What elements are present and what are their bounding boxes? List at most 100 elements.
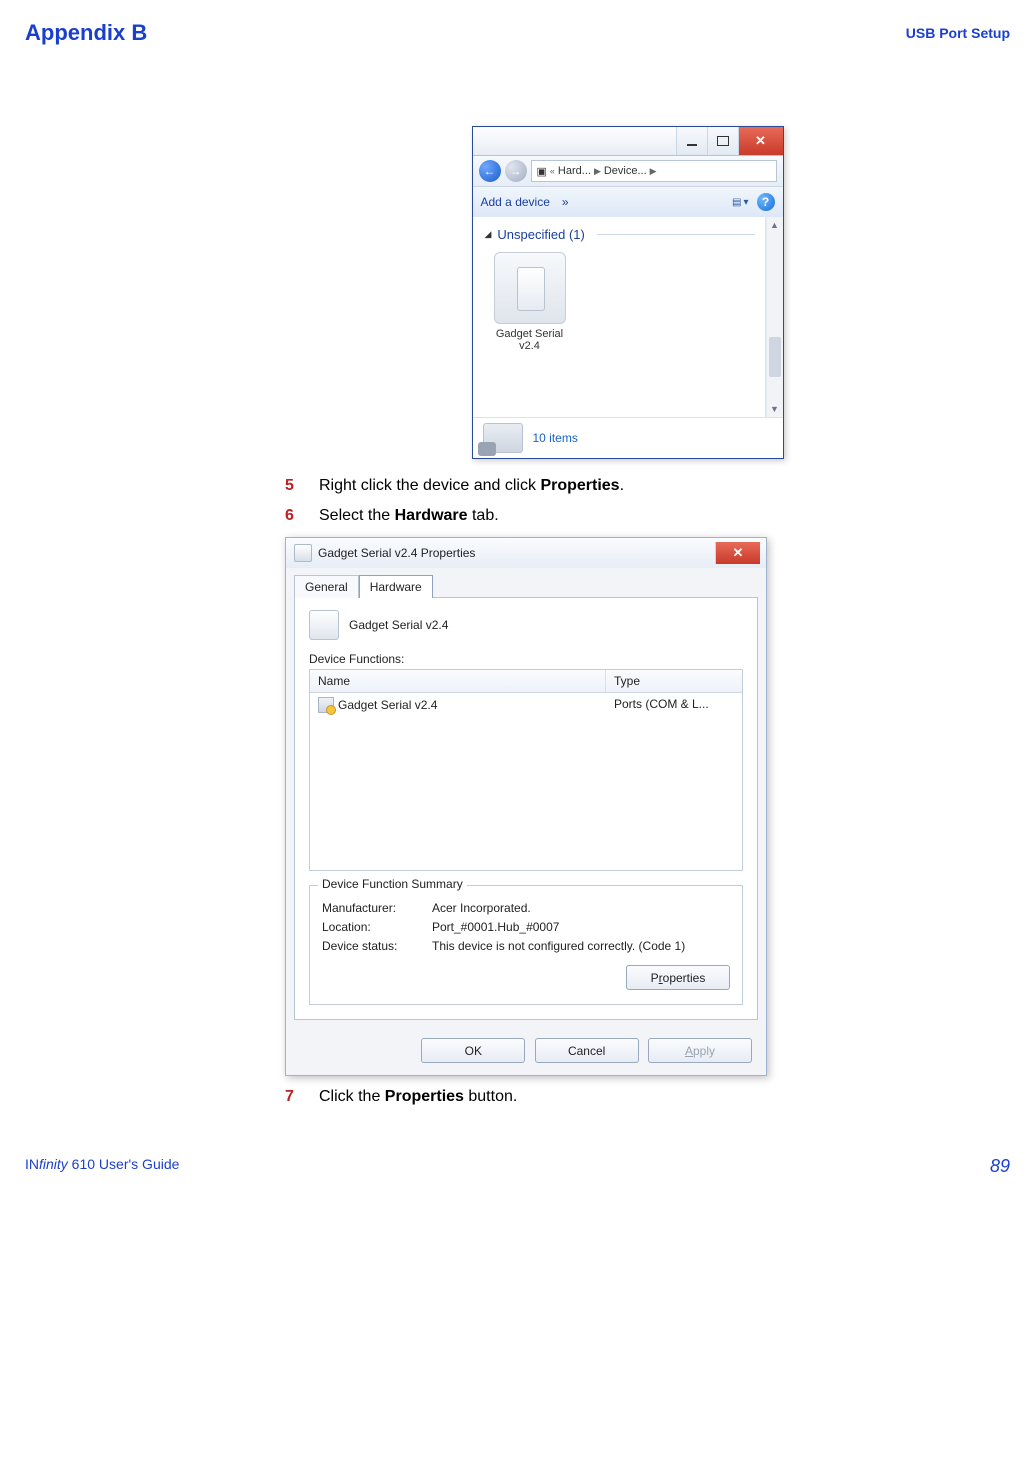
- tab-panel: Gadget Serial v2.4 Device Functions: Nam…: [294, 597, 758, 1020]
- footer-segment: 610 User's Guide: [68, 1156, 180, 1172]
- step-text: Select the Hardware tab.: [319, 507, 499, 525]
- row-type: Ports (COM & L...: [606, 693, 742, 717]
- step-number: 6: [285, 507, 319, 525]
- minimize-button[interactable]: [676, 127, 707, 155]
- page-header: Appendix B USB Port Setup: [25, 20, 1010, 46]
- device-function-summary: Device Function Summary Manufacturer:Ace…: [309, 885, 743, 1005]
- dialog-icon: [294, 544, 312, 562]
- dialog-button-row: OK Cancel Apply: [286, 1028, 766, 1075]
- divider: [597, 234, 755, 235]
- device-functions-table: Name Type Gadget Serial v2.4 Ports (COM …: [309, 669, 743, 871]
- device-icon: [494, 252, 566, 324]
- dialog-titlebar: Gadget Serial v2.4 Properties ✕: [286, 538, 766, 568]
- step-text-bold: Hardware: [395, 507, 468, 524]
- device-name-line2: v2.4: [485, 340, 575, 352]
- crumb-segment: Hard...: [558, 165, 591, 177]
- footer-title: INfinity 610 User's Guide: [25, 1156, 179, 1177]
- arrow-left-icon: ←: [484, 164, 496, 178]
- page-footer: INfinity 610 User's Guide 89: [25, 1156, 1010, 1177]
- cancel-button[interactable]: Cancel: [535, 1038, 639, 1063]
- footer-segment: finity: [39, 1156, 68, 1172]
- ok-button[interactable]: OK: [421, 1038, 525, 1063]
- device-status-label: Device status:: [322, 939, 432, 953]
- step-7: 7 Click the Properties button.: [285, 1088, 970, 1106]
- chevron-down-icon: ▾: [743, 197, 748, 208]
- device-tile[interactable]: Gadget Serial v2.4: [485, 252, 575, 352]
- manufacturer-value: Acer Incorporated.: [432, 901, 531, 915]
- appendix-label: Appendix B: [25, 20, 147, 46]
- content-area: ✕ ← → ▣ « Hard... ▶ Device... ▶ Add a de…: [285, 126, 970, 1106]
- window-body: ◢ Unspecified (1) Gadget Serial v2.4 ▲ ▼: [473, 217, 783, 417]
- view-icon: ▤: [732, 197, 741, 208]
- table-row[interactable]: Gadget Serial v2.4 Ports (COM & L...: [310, 693, 742, 717]
- close-button[interactable]: ✕: [715, 542, 760, 564]
- titlebar: ✕: [473, 127, 783, 156]
- step-6: 6 Select the Hardware tab.: [285, 507, 970, 525]
- chevron-right-icon: ▶: [594, 166, 601, 177]
- step-number: 5: [285, 477, 319, 495]
- btn-seg: operties: [663, 971, 706, 985]
- step-5: 5 Right click the device and click Prope…: [285, 477, 970, 495]
- step-text: Click the Properties button.: [319, 1088, 517, 1106]
- device-functions-label: Device Functions:: [309, 652, 743, 666]
- nav-bar: ← → ▣ « Hard... ▶ Device... ▶: [473, 156, 783, 187]
- tab-general[interactable]: General: [294, 575, 359, 598]
- location-value: Port_#0001.Hub_#0007: [432, 920, 559, 934]
- more-commands-chevron[interactable]: »: [562, 195, 569, 209]
- column-header-name[interactable]: Name: [310, 670, 606, 692]
- step-text-bold: Properties: [540, 477, 619, 494]
- step-text-pre: Click the: [319, 1088, 385, 1105]
- chevron-right-icon: ▶: [650, 166, 657, 177]
- forward-button[interactable]: →: [505, 160, 527, 182]
- tab-hardware[interactable]: Hardware: [359, 575, 433, 598]
- btn-seg-ul: A: [685, 1044, 693, 1058]
- item-count: 10 items: [533, 431, 578, 445]
- device-list-pane: ◢ Unspecified (1) Gadget Serial v2.4: [473, 217, 766, 417]
- device-name-line1: Gadget Serial: [485, 328, 575, 340]
- table-header: Name Type: [310, 670, 742, 693]
- scroll-thumb[interactable]: [769, 337, 781, 377]
- command-bar: Add a device » ▤▾ ?: [473, 187, 783, 217]
- minimize-icon: [687, 144, 697, 146]
- step-text-pre: Right click the device and click: [319, 477, 540, 494]
- view-dropdown[interactable]: ▤▾: [732, 197, 748, 208]
- scroll-up-icon: ▲: [767, 217, 783, 233]
- btn-seg: P: [651, 971, 659, 985]
- breadcrumb[interactable]: ▣ « Hard... ▶ Device... ▶: [531, 160, 777, 182]
- close-icon: ✕: [755, 133, 766, 149]
- arrow-right-icon: →: [510, 164, 522, 178]
- step-text-post: button.: [464, 1088, 517, 1105]
- vertical-scrollbar[interactable]: ▲ ▼: [766, 217, 783, 417]
- manufacturer-label: Manufacturer:: [322, 901, 432, 915]
- help-button[interactable]: ?: [757, 193, 775, 211]
- folder-icon: ▣: [537, 165, 547, 178]
- properties-dialog: Gadget Serial v2.4 Properties ✕ General …: [285, 537, 767, 1076]
- status-bar: 10 items: [473, 417, 783, 458]
- scroll-down-icon: ▼: [767, 401, 783, 417]
- back-button[interactable]: ←: [479, 160, 501, 182]
- footer-segment: IN: [25, 1156, 39, 1172]
- close-button[interactable]: ✕: [738, 127, 783, 155]
- step-text-pre: Select the: [319, 507, 395, 524]
- maximize-icon: [717, 136, 729, 146]
- column-header-type[interactable]: Type: [606, 670, 742, 692]
- crumb-segment: Device...: [604, 165, 647, 177]
- step-text-post: tab.: [468, 507, 499, 524]
- panel-heading: Gadget Serial v2.4: [309, 610, 743, 640]
- step-text-post: .: [620, 477, 624, 494]
- add-device-link[interactable]: Add a device: [481, 195, 550, 209]
- apply-button[interactable]: Apply: [648, 1038, 752, 1063]
- properties-button[interactable]: Properties: [626, 965, 730, 990]
- topic-label: USB Port Setup: [906, 25, 1010, 41]
- location-label: Location:: [322, 920, 432, 934]
- row-name: Gadget Serial v2.4: [338, 698, 437, 712]
- crumb-chevron-icon: «: [550, 166, 555, 176]
- devices-window: ✕ ← → ▣ « Hard... ▶ Device... ▶ Add a de…: [472, 126, 784, 459]
- device-status-value: This device is not configured correctly.…: [432, 939, 685, 953]
- close-icon: ✕: [733, 545, 744, 561]
- device-name-label: Gadget Serial v2.4: [349, 618, 448, 632]
- category-header[interactable]: ◢ Unspecified (1): [485, 227, 755, 242]
- help-icon: ?: [762, 195, 769, 209]
- status-thumb-icon: [483, 423, 523, 453]
- maximize-button[interactable]: [707, 127, 738, 155]
